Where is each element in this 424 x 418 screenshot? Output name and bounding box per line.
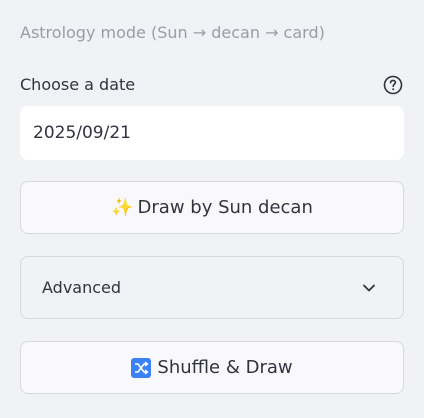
draw-by-sun-decan-label: Draw by Sun decan (137, 197, 313, 218)
question-circle-icon[interactable] (383, 75, 403, 95)
shuffle-and-draw-label: Shuffle & Draw (157, 357, 293, 378)
sidebar-panel: Astrology mode (Sun → decan → card) Choo… (0, 0, 424, 418)
advanced-expander[interactable]: Advanced (20, 256, 404, 319)
sparkles-icon: ✨ (111, 197, 134, 218)
draw-by-sun-decan-button[interactable]: ✨ Draw by Sun decan (20, 181, 404, 234)
shuffle-icon (131, 357, 152, 378)
date-input[interactable] (20, 106, 404, 160)
date-picker-label: Choose a date (20, 75, 136, 94)
advanced-expander-label: Advanced (42, 278, 122, 297)
mode-caption: Astrology mode (Sun → decan → card) (20, 23, 325, 42)
chevron-down-icon (363, 284, 375, 292)
shuffle-and-draw-button[interactable]: Shuffle & Draw (20, 341, 404, 394)
